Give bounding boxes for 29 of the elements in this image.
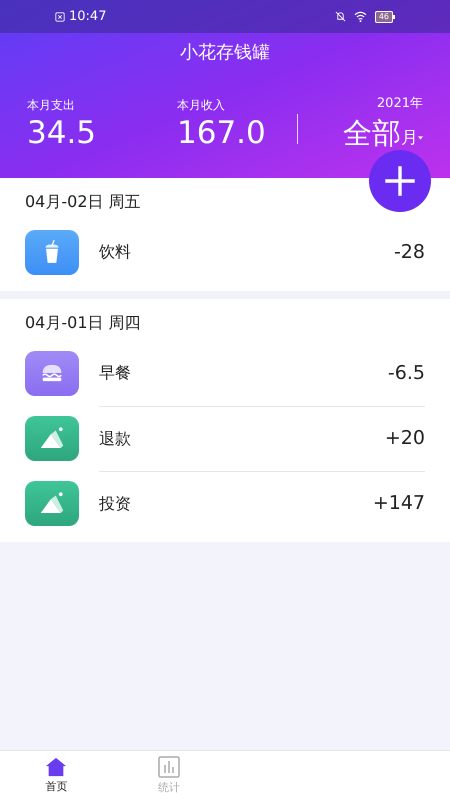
amount: -6.5 <box>388 360 425 386</box>
expense-value: 34.5 <box>27 114 98 152</box>
amount: +147 <box>372 491 425 516</box>
amount: -28 <box>394 240 425 265</box>
wifi-icon <box>354 11 367 22</box>
burger-icon <box>25 350 79 396</box>
income-value: 167.0 <box>177 114 267 152</box>
caret-icon <box>418 136 423 140</box>
year-label: 2021年 <box>376 95 423 113</box>
income-label: 本月收入 <box>177 96 226 114</box>
mountain-icon <box>25 416 79 460</box>
cup-icon <box>25 230 79 274</box>
date-heading: 04月-01日 周四 <box>25 312 142 334</box>
sim-icon <box>55 12 65 22</box>
category-name: 早餐 <box>99 362 131 384</box>
bell-off-icon <box>334 11 346 22</box>
period-selector[interactable]: 全部月 <box>343 114 423 152</box>
date-heading: 04月-02日 周五 <box>25 190 142 212</box>
amount: +20 <box>384 426 425 452</box>
category-name: 饮料 <box>99 241 131 263</box>
plus-icon <box>383 164 417 198</box>
mountain-icon <box>25 480 79 526</box>
nav-tab[interactable]: 首页 <box>0 751 112 800</box>
category-name: 投资 <box>99 492 131 514</box>
category-name: 退款 <box>99 428 131 450</box>
app-title: 小花存钱罐 <box>180 41 270 65</box>
expense-label: 本月支出 <box>27 96 76 114</box>
status-time: 10:47 <box>69 8 106 26</box>
battery-icon: 46 <box>374 10 395 22</box>
